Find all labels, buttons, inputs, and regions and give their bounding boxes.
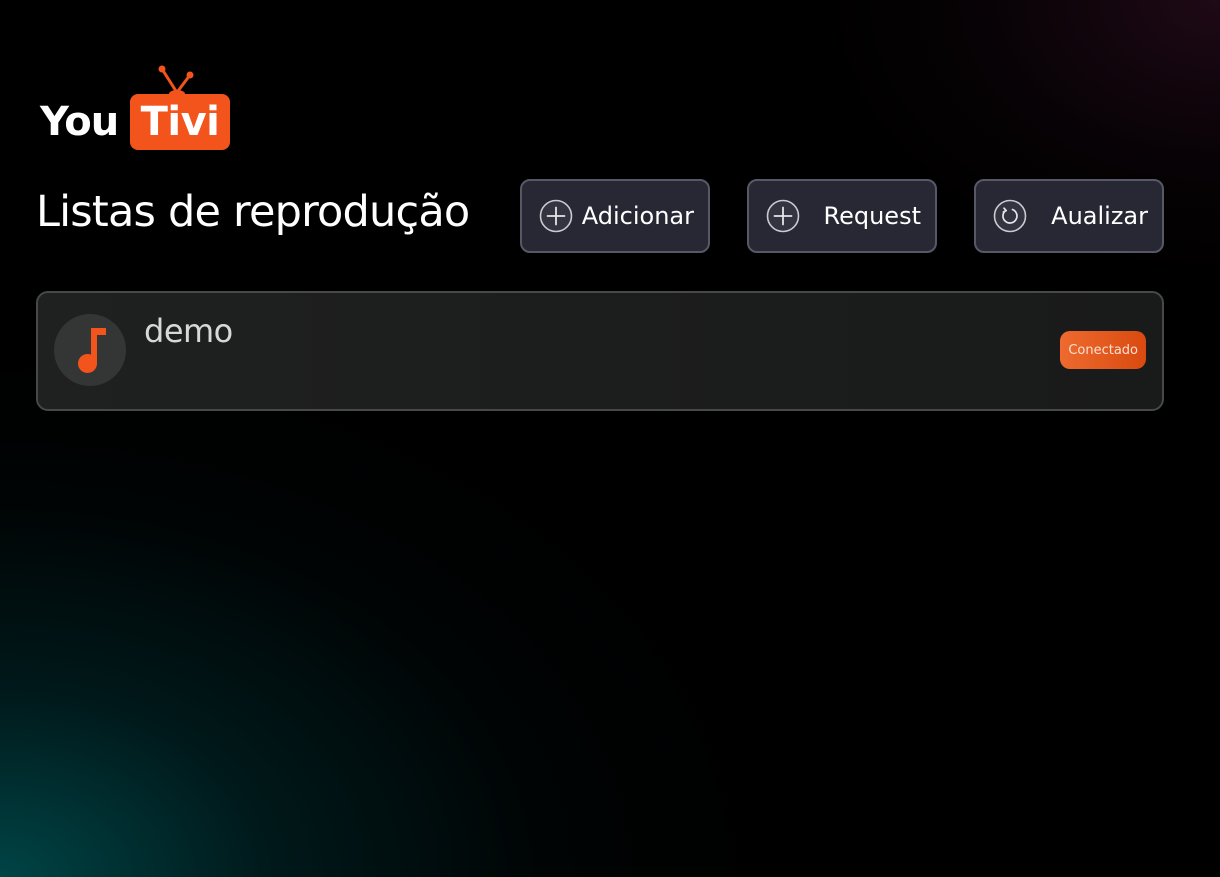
status-badge: Conectado <box>1060 331 1146 369</box>
refresh-button-label: Aualizar <box>1051 202 1148 230</box>
plus-circle-icon <box>766 199 800 233</box>
tv-antenna-icon <box>158 65 194 98</box>
add-playlist-button[interactable]: Adicionar <box>520 179 710 253</box>
logo-tv-box: Tivi <box>130 94 230 150</box>
page-title: Listas de reprodução <box>36 187 470 237</box>
music-note-icon <box>78 328 106 373</box>
logo-text-you: You <box>40 99 119 145</box>
add-playlist-button-label: Adicionar <box>581 202 694 230</box>
plus-circle-icon <box>539 199 573 233</box>
playlist-avatar <box>54 314 126 386</box>
playlist-name: demo <box>144 312 233 350</box>
refresh-icon <box>993 199 1027 233</box>
logo-text-tivi: Tivi <box>140 99 220 145</box>
playlist-card[interactable]: demo Conectado <box>36 291 1164 411</box>
request-button[interactable]: Request <box>747 179 937 253</box>
request-button-label: Request <box>823 202 922 230</box>
app-logo: You Tivi <box>38 64 238 154</box>
refresh-button[interactable]: Aualizar <box>974 179 1164 253</box>
